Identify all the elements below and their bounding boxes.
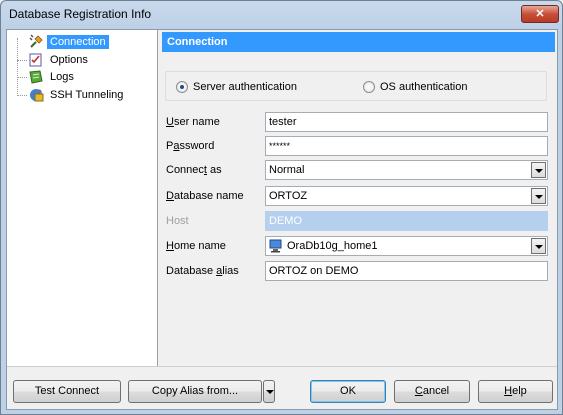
chevron-down-icon[interactable] (531, 188, 546, 204)
database-name-label: Database name (166, 190, 244, 202)
connect-as-select[interactable]: Normal (265, 160, 548, 180)
cancel-button[interactable]: Cancel (394, 380, 470, 403)
os-auth-radio[interactable] (363, 81, 375, 93)
connect-as-label: Connect as (166, 164, 222, 176)
home-name-select[interactable]: OraDb10g_home1 (265, 236, 548, 256)
dialog-window: Database Registration Info ✕ Connection (0, 0, 563, 415)
help-button[interactable]: Help (478, 380, 553, 403)
title-bar[interactable]: Database Registration Info ✕ (1, 1, 562, 29)
user-name-label-rest: ser name (173, 116, 220, 128)
database-alias-field[interactable]: ORTOZ on DEMO (265, 261, 548, 281)
options-checklist-icon (28, 52, 44, 68)
authentication-group: Server authentication OS authentication (165, 71, 547, 101)
nav-item-connection[interactable]: Connection (7, 33, 157, 51)
os-auth-label[interactable]: OS authentication (380, 81, 467, 93)
database-alias-label: Database alias (166, 265, 239, 277)
test-connect-button[interactable]: Test Connect (13, 380, 121, 403)
user-name-field[interactable]: tester (265, 112, 548, 132)
window-title: Database Registration Info (9, 7, 152, 21)
nav-label: SSH Tunneling (50, 89, 124, 101)
ssh-lock-icon (28, 87, 44, 103)
connection-plug-icon (28, 34, 44, 50)
user-name-label: User name (166, 116, 220, 128)
database-name-select[interactable]: ORTOZ (265, 186, 548, 206)
nav-item-options[interactable]: Options (7, 51, 157, 69)
connect-as-value: Normal (269, 164, 305, 176)
nav-item-logs[interactable]: Logs (7, 68, 157, 86)
password-label: Password (166, 140, 215, 152)
computer-icon (269, 239, 282, 253)
nav-label: Logs (50, 71, 74, 83)
dialog-client-area: Connection Options Logs SSH Tunneling Co… (6, 29, 558, 410)
dialog-footer: Test Connect Copy Alias from... OK Cance… (7, 366, 557, 409)
copy-alias-button[interactable]: Copy Alias from... (128, 380, 262, 403)
home-name-label: Home name (166, 240, 226, 252)
chevron-down-icon[interactable] (531, 238, 546, 254)
copy-alias-dropdown-button[interactable] (263, 380, 275, 403)
nav-label: Connection (47, 35, 109, 49)
logs-icon (28, 69, 44, 85)
nav-label: Options (50, 54, 88, 66)
chevron-down-icon[interactable] (531, 162, 546, 178)
password-field[interactable]: ****** (265, 136, 548, 156)
host-field: DEMO (265, 211, 548, 231)
section-header: Connection (162, 32, 555, 52)
home-name-value: OraDb10g_home1 (287, 240, 378, 252)
server-auth-label[interactable]: Server authentication (193, 81, 297, 93)
ok-button[interactable]: OK (310, 380, 386, 403)
connection-panel: Connection Server authentication OS auth… (159, 30, 559, 366)
close-button[interactable]: ✕ (521, 5, 559, 23)
host-label: Host (166, 215, 189, 227)
navigation-tree: Connection Options Logs SSH Tunneling (7, 30, 158, 366)
server-auth-radio[interactable] (176, 81, 188, 93)
database-name-value: ORTOZ (269, 190, 308, 202)
nav-item-ssh-tunneling[interactable]: SSH Tunneling (7, 86, 157, 104)
